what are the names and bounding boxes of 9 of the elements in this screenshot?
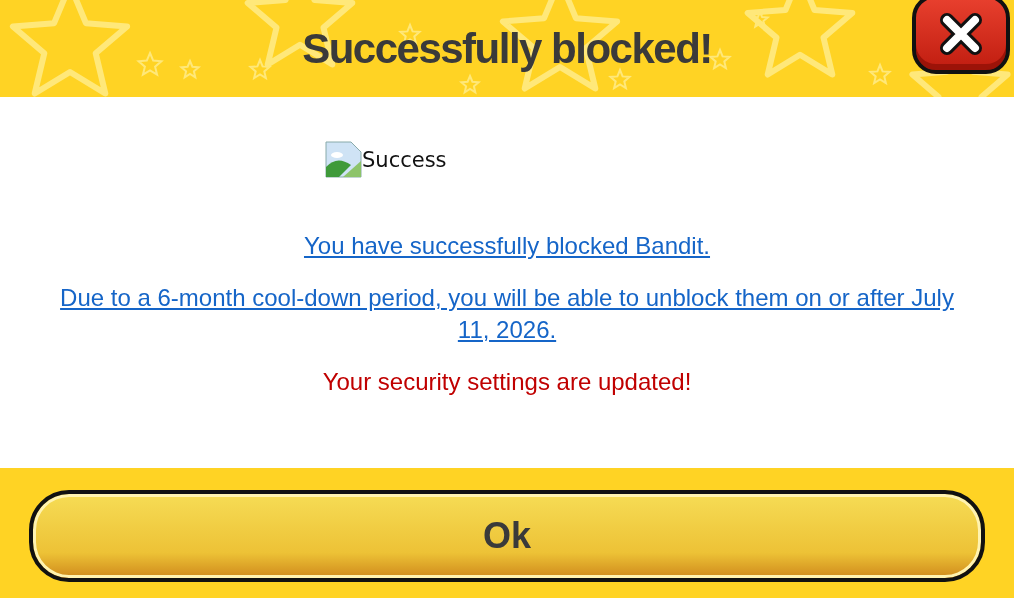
message-link[interactable]: Due to a 6-month cool-down period, you will be able to unblock them on or after July 11, 2026. xyxy=(47,282,967,346)
close-icon xyxy=(939,12,983,56)
message-link[interactable]: You have successfully blocked Bandit. xyxy=(304,230,710,262)
image-alt-text: Success xyxy=(362,148,447,172)
close-button[interactable] xyxy=(912,0,1010,74)
dialog-title: Successfully blocked! xyxy=(302,24,712,73)
ok-button[interactable]: Ok xyxy=(29,490,985,582)
status-message: Your security settings are updated! xyxy=(322,367,692,397)
broken-image-icon xyxy=(325,141,362,178)
